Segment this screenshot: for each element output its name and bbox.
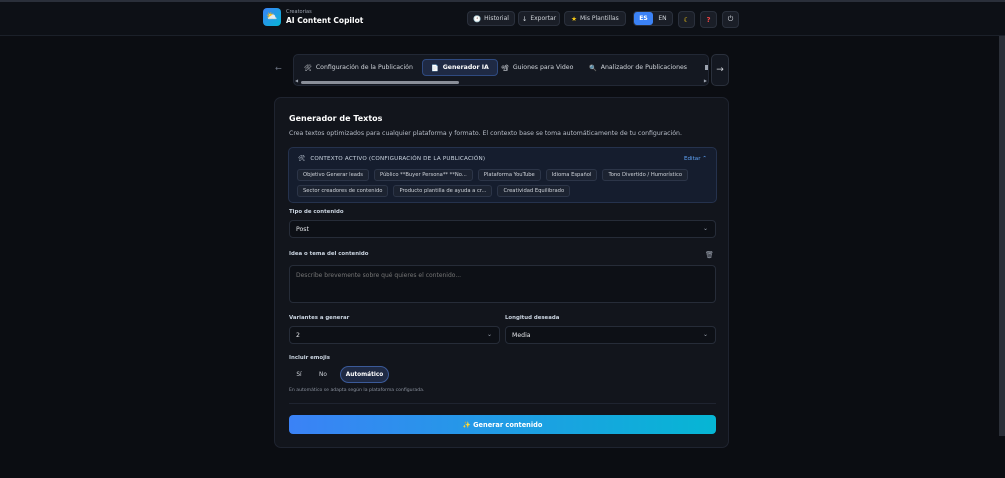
content-type-select[interactable]: Post ⌄ xyxy=(289,220,716,238)
context-chip: Producto plantilla de ayuda a cr... xyxy=(393,185,493,197)
context-chip: Tono Divertido / Humorístico xyxy=(602,169,689,181)
magnifier-icon: 🔍 xyxy=(589,64,597,72)
tab-guiones[interactable]: 📽 Guiones para Video xyxy=(501,59,573,76)
content-type-label: Tipo de contenido xyxy=(289,209,344,215)
emoji-hint: En automático se adapta según la platafo… xyxy=(289,388,425,393)
tools-icon: 🛠 xyxy=(298,156,306,162)
context-chip: Creatividad Equilibrado xyxy=(497,185,571,197)
chevron-down-icon: ⌄ xyxy=(486,331,492,338)
question-icon: ? xyxy=(706,15,711,24)
length-value: Media xyxy=(512,331,531,339)
emoji-option-auto[interactable]: Automático xyxy=(340,366,389,383)
context-chip: Objetivo Generar leads xyxy=(297,169,369,181)
tab-label: Analizador de Publicaciones xyxy=(600,64,688,71)
film-icon: 📽 xyxy=(501,64,509,72)
variants-select[interactable]: 2 ⌄ xyxy=(289,326,500,344)
scrollbar-thumb[interactable] xyxy=(301,81,459,84)
chevron-down-icon: ⌄ xyxy=(702,331,708,338)
scroll-right-icon: ▶ xyxy=(703,78,707,83)
context-edit-link[interactable]: Editar ⌃ xyxy=(684,156,707,162)
star-icon: ★ xyxy=(571,14,577,23)
emoji-label: Incluir emojis xyxy=(289,355,330,361)
moon-icon: ☾ xyxy=(683,15,690,24)
chevron-down-icon: ⌄ xyxy=(702,225,708,232)
tab-label: Configuración de la Publicación xyxy=(315,64,413,71)
tabs-next-button[interactable]: → xyxy=(711,54,729,86)
active-context-panel: 🛠 CONTEXTO ACTIVO (CONFIGURACIÓN DE LA P… xyxy=(288,147,717,203)
length-select[interactable]: Media ⌄ xyxy=(505,326,716,344)
templates-label: Mis Plantillas xyxy=(580,15,619,22)
variants-label: Variantes a generar xyxy=(289,315,350,321)
emoji-option-no[interactable]: No xyxy=(313,366,333,383)
page-scrollbar[interactable] xyxy=(999,36,1005,436)
tools-icon: 🛠 xyxy=(304,64,312,72)
card-description: Crea textos optimizados para cualquier p… xyxy=(289,130,682,137)
arrow-right-icon: → xyxy=(716,65,724,75)
document-icon: 📄 xyxy=(431,64,439,72)
content-type-value: Post xyxy=(296,225,309,233)
length-label: Longitud deseada xyxy=(505,315,560,321)
power-icon: ⏻ xyxy=(727,15,734,23)
card-title: Generador de Textos xyxy=(289,114,383,123)
brand-logo-icon: ⛅ xyxy=(263,8,281,26)
context-chips: Objetivo Generar leads Público **Buyer P… xyxy=(297,169,709,201)
tabs-prev-button[interactable]: ← xyxy=(275,64,282,73)
language-switch: ES EN xyxy=(633,11,673,26)
text-generator-card: Generador de Textos Crea textos optimiza… xyxy=(274,97,729,448)
tab-configuracion[interactable]: 🛠 Configuración de la Publicación xyxy=(304,59,413,76)
app-header: ⛅ Creatorias AI Content Copilot 🕐 Histor… xyxy=(0,2,1005,36)
trash-icon[interactable]: 🗑 xyxy=(705,251,714,259)
emoji-option-yes[interactable]: Sí xyxy=(291,366,307,383)
tab-label: Generador IA xyxy=(442,64,489,71)
download-icon: ↓ xyxy=(521,14,528,23)
theme-toggle-button[interactable]: ☾ xyxy=(678,11,695,28)
tab-analizador[interactable]: 🔍 Analizador de Publicaciones xyxy=(589,59,687,76)
lang-es-button[interactable]: ES xyxy=(634,12,653,25)
context-chip: Sector creadores de contenido xyxy=(297,185,389,197)
settings-button[interactable]: ⏻ xyxy=(722,11,739,28)
brand[interactable]: ⛅ Creatorias AI Content Copilot xyxy=(263,8,363,26)
tab-bar: 🛠 Configuración de la Publicación 📄 Gene… xyxy=(293,54,709,86)
idea-label: Idea o tema del contenido xyxy=(289,251,369,257)
history-label: Historial xyxy=(484,15,509,22)
tab-overflow-icon xyxy=(705,65,708,70)
export-label: Exportar xyxy=(530,15,557,22)
tab-generador[interactable]: 📄 Generador IA xyxy=(422,59,498,76)
brand-company: Creatorias xyxy=(286,8,312,15)
history-button[interactable]: 🕐 Historial xyxy=(467,11,515,26)
export-button[interactable]: ↓ Exportar xyxy=(518,11,560,26)
context-chip: Plataforma YouTube xyxy=(477,169,541,181)
context-heading: CONTEXTO ACTIVO (CONFIGURACIÓN DE LA PUB… xyxy=(310,156,486,162)
tab-scrollbar[interactable]: ◀ ▶ xyxy=(295,78,707,84)
brand-title: AI Content Copilot xyxy=(286,15,364,25)
tab-label: Guiones para Video xyxy=(512,64,574,71)
idea-textarea[interactable] xyxy=(289,265,716,303)
context-chip: Idioma Español xyxy=(545,169,598,181)
context-chip: Público **Buyer Persona** **No... xyxy=(373,169,473,181)
variants-value: 2 xyxy=(296,331,300,339)
templates-button[interactable]: ★ Mis Plantillas xyxy=(564,11,626,26)
scroll-left-icon: ◀ xyxy=(295,78,299,83)
help-button[interactable]: ? xyxy=(700,11,717,28)
lang-en-button[interactable]: EN xyxy=(653,12,672,25)
generate-content-button[interactable]: ✨ Generar contenido xyxy=(289,415,716,434)
clock-icon: 🕐 xyxy=(473,14,482,23)
divider xyxy=(289,403,716,404)
